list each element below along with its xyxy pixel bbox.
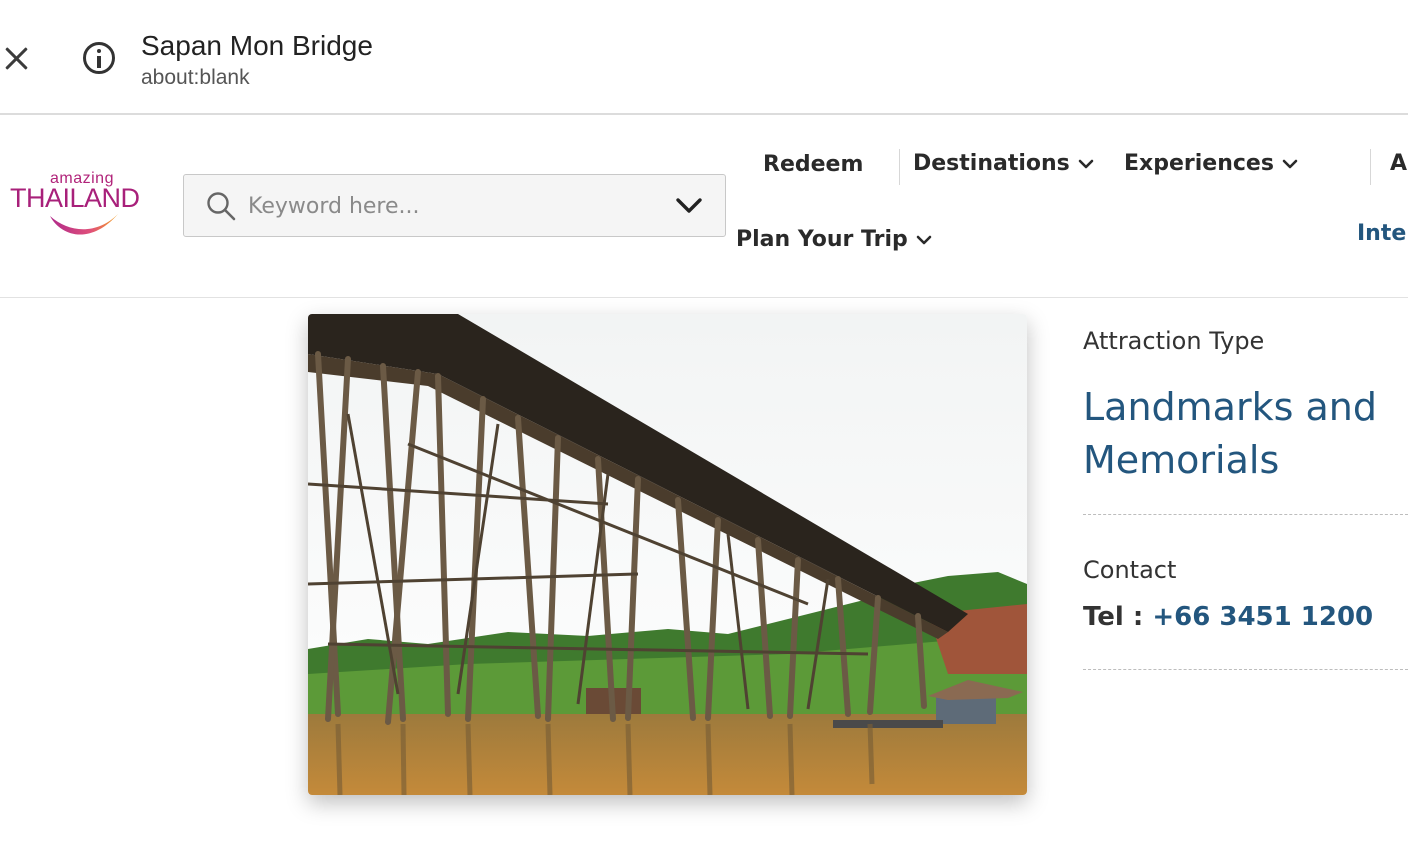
chevron-down-icon — [1078, 159, 1094, 168]
nav-redeem-label: Redeem — [763, 152, 864, 177]
bridge-image — [308, 314, 1027, 795]
tel-label: Tel : — [1083, 602, 1144, 632]
site-header: amazing THAILAND Redeem Destinations — [0, 115, 1408, 298]
search-input[interactable] — [248, 185, 648, 227]
nav-redeem[interactable]: Redeem — [763, 152, 863, 177]
attraction-type-label: Attraction Type — [1083, 327, 1265, 355]
nav-experiences[interactable]: Experiences — [1124, 151, 1298, 176]
nav-international-link[interactable]: Inte — [1357, 221, 1406, 246]
logo-swoosh-icon — [50, 214, 118, 235]
nav-plan-your-trip[interactable]: Plan Your Trip — [736, 227, 932, 252]
contact-label: Contact — [1083, 556, 1177, 584]
section-divider — [1083, 514, 1408, 515]
attraction-photo — [308, 314, 1027, 795]
chevron-down-icon — [1282, 159, 1298, 168]
nav-destinations[interactable]: Destinations — [913, 151, 1094, 176]
chevron-down-icon[interactable] — [674, 193, 704, 219]
browser-toolbar: Sapan Mon Bridge about:blank — [0, 0, 1408, 115]
chevron-down-icon — [916, 235, 932, 244]
search-icon — [207, 192, 236, 221]
amazing-thailand-logo[interactable]: amazing THAILAND — [10, 170, 160, 245]
attraction-type-link[interactable]: Landmarks and Memorials — [1083, 381, 1403, 487]
nav-cut-item[interactable]: A — [1390, 151, 1407, 176]
info-circle-icon[interactable] — [83, 42, 115, 74]
section-divider — [1083, 669, 1408, 670]
tel-link[interactable]: +66 3451 1200 — [1152, 602, 1373, 632]
nav-plan-your-trip-label: Plan Your Trip — [736, 227, 908, 252]
page-title: Sapan Mon Bridge — [141, 30, 373, 61]
nav-international-label: Inte — [1357, 221, 1407, 246]
nav-separator — [899, 149, 900, 185]
telephone-line: Tel : +66 3451 1200 — [1083, 602, 1373, 632]
page-url[interactable]: about:blank — [141, 66, 250, 90]
nav-destinations-label: Destinations — [913, 151, 1070, 176]
nav-cut-item-label: A — [1390, 151, 1408, 176]
nav-experiences-label: Experiences — [1124, 151, 1274, 176]
close-icon[interactable] — [0, 38, 32, 78]
nav-separator — [1370, 149, 1371, 185]
search-box[interactable] — [183, 174, 726, 237]
